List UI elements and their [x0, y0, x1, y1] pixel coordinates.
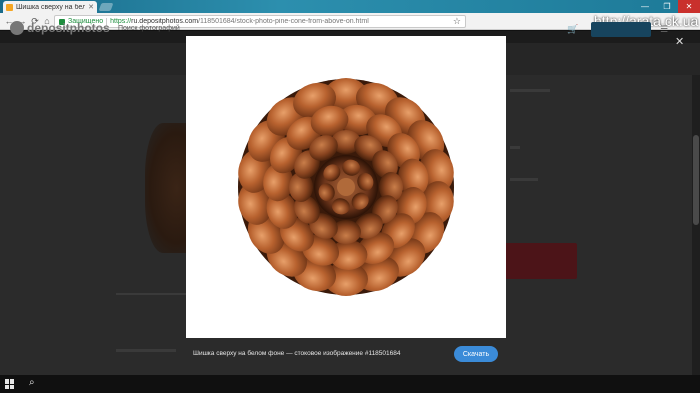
scroll-thumb[interactable]: [693, 135, 699, 225]
window-controls: — ❐ ✕: [634, 0, 700, 13]
background-text-line: [116, 293, 188, 295]
url-host: ru.depositphotos.com: [131, 18, 199, 25]
bookmark-star-icon[interactable]: ☆: [453, 16, 461, 27]
site-header-button[interactable]: [591, 22, 651, 37]
menu-icon[interactable]: ☰: [660, 24, 668, 35]
url-text[interactable]: https://ru.depositphotos.com/118501684/s…: [110, 18, 450, 25]
background-text-line: [510, 89, 550, 92]
browser-tab[interactable]: Шишка сверху на бел... ✕: [3, 1, 97, 13]
background-text-line: [510, 178, 538, 181]
site-search-hint[interactable]: Поиск фотографий: [118, 25, 180, 32]
screen: Шишка сверху на бел... ✕ — ❐ ✕ ← → ⟳ ⌂ З…: [0, 0, 700, 393]
close-window-button[interactable]: ✕: [678, 0, 700, 13]
search-icon[interactable]: ⌕: [29, 377, 35, 388]
logo-mark-icon: [10, 21, 24, 35]
background-photo: [145, 123, 190, 253]
browser-tab-strip: Шишка сверху на бел... ✕ — ❐ ✕: [0, 0, 700, 13]
new-tab-button[interactable]: [98, 3, 114, 11]
pine-cone-photo: [186, 36, 506, 338]
minimize-button[interactable]: —: [634, 0, 656, 13]
background-text-line: [510, 146, 520, 149]
windows-taskbar: ⌕: [0, 375, 700, 393]
cart-icon[interactable]: 🛒: [567, 24, 578, 35]
lightbox-close-icon[interactable]: ✕: [675, 35, 684, 48]
image-caption: Шишка сверху на белом фоне — стоковое из…: [193, 350, 401, 357]
tab-close-icon[interactable]: ✕: [88, 3, 94, 11]
maximize-button[interactable]: ❐: [656, 0, 678, 13]
site-logo[interactable]: depositphotos: [10, 21, 110, 35]
logo-text: depositphotos: [27, 21, 110, 35]
background-promo-block: [505, 243, 577, 279]
pine-cone-image: [238, 78, 454, 296]
download-button[interactable]: Скачать: [454, 346, 498, 362]
lightbox-caption-bar: Шишка сверху на белом фоне — стоковое из…: [186, 338, 506, 370]
favicon-icon: [6, 3, 13, 11]
background-text-line: [116, 349, 176, 352]
url-path: /118501684/stock-photo-pine-cone-from-ab…: [198, 18, 369, 25]
url-scheme: https://: [110, 18, 132, 25]
address-bar[interactable]: Защищено https://ru.depositphotos.com/11…: [54, 15, 466, 28]
windows-start-icon[interactable]: [5, 379, 15, 389]
tab-title: Шишка сверху на бел...: [16, 3, 86, 11]
page-scrollbar[interactable]: [692, 75, 700, 375]
image-lightbox: Шишка сверху на белом фоне — стоковое из…: [186, 36, 506, 370]
